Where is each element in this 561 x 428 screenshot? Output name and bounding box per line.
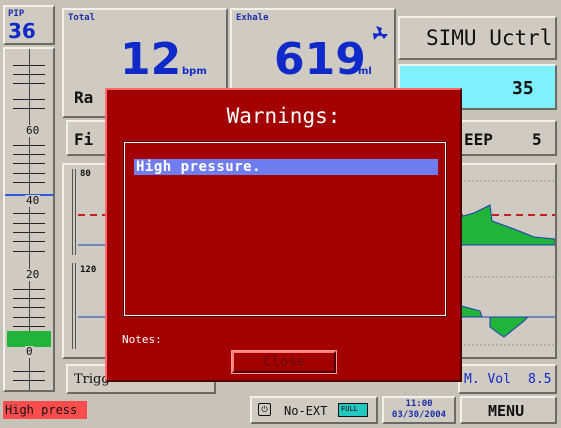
mvol-box[interactable]: M. Vol 8.5 [458, 364, 557, 394]
status-bar: High press ⏻ No-EXT FULL 11:00 03/30/200… [0, 396, 561, 428]
scale-tick [13, 154, 45, 155]
scale-label-20: 20 [25, 268, 41, 281]
scale-tick [13, 232, 45, 233]
scale-tick [13, 74, 45, 75]
pip-value: 36 [8, 19, 36, 43]
mvol-value: 8.5 [528, 372, 552, 387]
mode-label: SIMU Uctrl [426, 26, 553, 50]
warnings-list: High pressure. [123, 141, 447, 317]
alarm-message[interactable]: High press [3, 401, 87, 419]
peep-label: EEP [464, 130, 493, 149]
battery-icon: FULL [338, 403, 368, 417]
scale-tick [13, 326, 45, 327]
pip-label: PIP [8, 9, 25, 19]
ext-label: No-EXT [284, 404, 328, 418]
warning-item[interactable]: High pressure. [134, 159, 438, 175]
scale-tick [13, 173, 45, 174]
exhale-value: 619 [274, 34, 366, 85]
fan-icon [370, 24, 390, 44]
total-sub-label: Ra [74, 88, 94, 107]
scale-tick [13, 298, 45, 299]
exhale-unit: ml [358, 66, 372, 77]
scale-tick [13, 371, 45, 372]
power-status: ⏻ No-EXT FULL [250, 396, 378, 424]
total-unit: bpm [182, 66, 207, 77]
pressure-scale: 60 40 20 0 [3, 47, 55, 392]
scale-tick [13, 289, 45, 290]
scale-label-0: 0 [25, 345, 34, 358]
scale-tick [13, 99, 45, 100]
peep-value: 5 [532, 130, 542, 149]
menu-button[interactable]: MENU [460, 396, 557, 424]
mode-panel[interactable]: SIMU Uctrl [398, 16, 557, 60]
flow-waveform-axis [72, 263, 76, 349]
close-button[interactable]: Close [231, 350, 337, 374]
ventilator-screen: PIP 36 Total 12 bpm Ra Exhale 619 ml SIM… [0, 0, 561, 428]
warnings-dialog: Warnings: High pressure. Notes: Close [105, 88, 462, 382]
dialog-title: Warnings: [226, 104, 341, 128]
scale-tick [13, 213, 45, 214]
scale-tick [13, 163, 45, 164]
power-plug-icon: ⏻ [258, 403, 271, 416]
scale-tick [13, 241, 45, 242]
scale-tick [13, 182, 45, 183]
scale-tick [13, 65, 45, 66]
scale-tick [13, 307, 45, 308]
scale-tick [13, 380, 45, 381]
menu-label: MENU [488, 402, 525, 420]
scale-tick [13, 145, 45, 146]
scale-tick [13, 223, 45, 224]
battery-label: FULL [341, 405, 358, 413]
time-text: 11:00 [405, 399, 433, 409]
scale-tick [13, 83, 45, 84]
scale-tick [13, 108, 45, 109]
exhale-label: Exhale [236, 13, 269, 23]
datetime-box: 11:00 03/30/2004 [382, 396, 456, 424]
total-value: 12 [120, 34, 182, 85]
scale-label-60: 60 [25, 124, 41, 137]
scale-label-40: 40 [25, 194, 41, 207]
scale-tick [13, 317, 45, 318]
mvol-label: M. Vol [464, 372, 511, 387]
notes-label: Notes: [122, 333, 162, 346]
date-text: 03/30/2004 [391, 410, 447, 420]
alarm-text: High press [5, 403, 78, 417]
pip-box: PIP 36 [3, 5, 55, 45]
total-label: Total [68, 13, 96, 23]
scale-tick [13, 251, 45, 252]
fio2-label: Fi [74, 130, 94, 149]
selected-parameter-value: 35 [512, 78, 534, 99]
pressure-waveform-axis [72, 169, 76, 255]
